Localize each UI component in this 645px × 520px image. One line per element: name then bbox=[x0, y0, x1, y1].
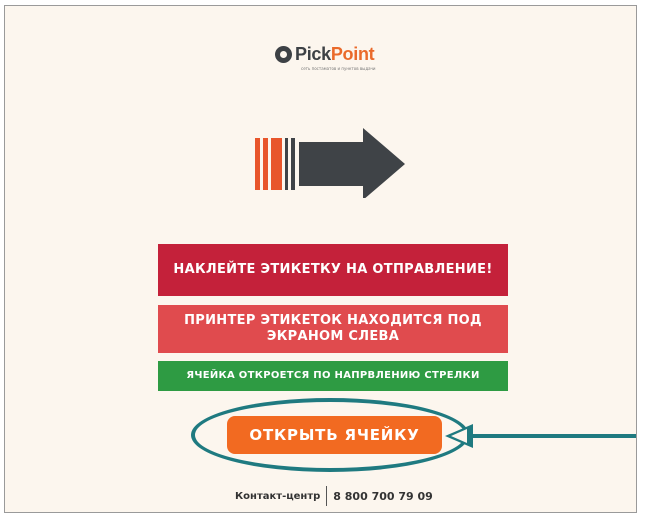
contact-divider bbox=[326, 486, 328, 506]
pickpoint-logo: PickPoint сеть постаматов и пунктов выда… bbox=[271, 44, 401, 78]
arrow-stripe-4 bbox=[285, 138, 288, 190]
contact-phone: 8 800 700 79 09 bbox=[333, 489, 433, 503]
logo-name: PickPoint bbox=[295, 44, 375, 65]
contact-center: Контакт-центр 8 800 700 79 09 bbox=[235, 486, 433, 506]
direction-arrow-icon bbox=[255, 128, 405, 198]
pointer-arrow-line bbox=[471, 434, 636, 438]
cell-direction-notice: ЯЧЕЙКА ОТКРОЕТСЯ ПО НАПРВЛЕНИЮ СТРЕЛКИ bbox=[158, 361, 508, 391]
logo-name-dark: Pick bbox=[295, 44, 331, 64]
arrow-stripe-2 bbox=[263, 138, 268, 190]
arrow-stripe-5 bbox=[291, 138, 295, 190]
printer-location-notice: ПРИНТЕР ЭТИКЕТОК НАХОДИТСЯ ПОД ЭКРАНОМ С… bbox=[158, 305, 508, 353]
kiosk-screen: PickPoint сеть постаматов и пунктов выда… bbox=[4, 5, 637, 513]
logo-name-accent: Point bbox=[330, 44, 375, 64]
pickpoint-logo-icon bbox=[275, 46, 292, 63]
open-cell-button[interactable]: ОТКРЫТЬ ЯЧЕЙКУ bbox=[227, 416, 442, 454]
pointer-arrow-head-icon bbox=[445, 424, 473, 448]
arrow-stripe-1 bbox=[255, 138, 260, 190]
arrow-body bbox=[299, 128, 405, 198]
label-sticker-notice: НАКЛЕЙТЕ ЭТИКЕТКУ НА ОТПРАВЛЕНИЕ! bbox=[158, 244, 508, 296]
contact-center-label: Контакт-центр bbox=[235, 490, 321, 502]
arrow-stripe-3 bbox=[271, 138, 282, 190]
logo-tagline: сеть постаматов и пунктов выдачи bbox=[301, 66, 376, 71]
